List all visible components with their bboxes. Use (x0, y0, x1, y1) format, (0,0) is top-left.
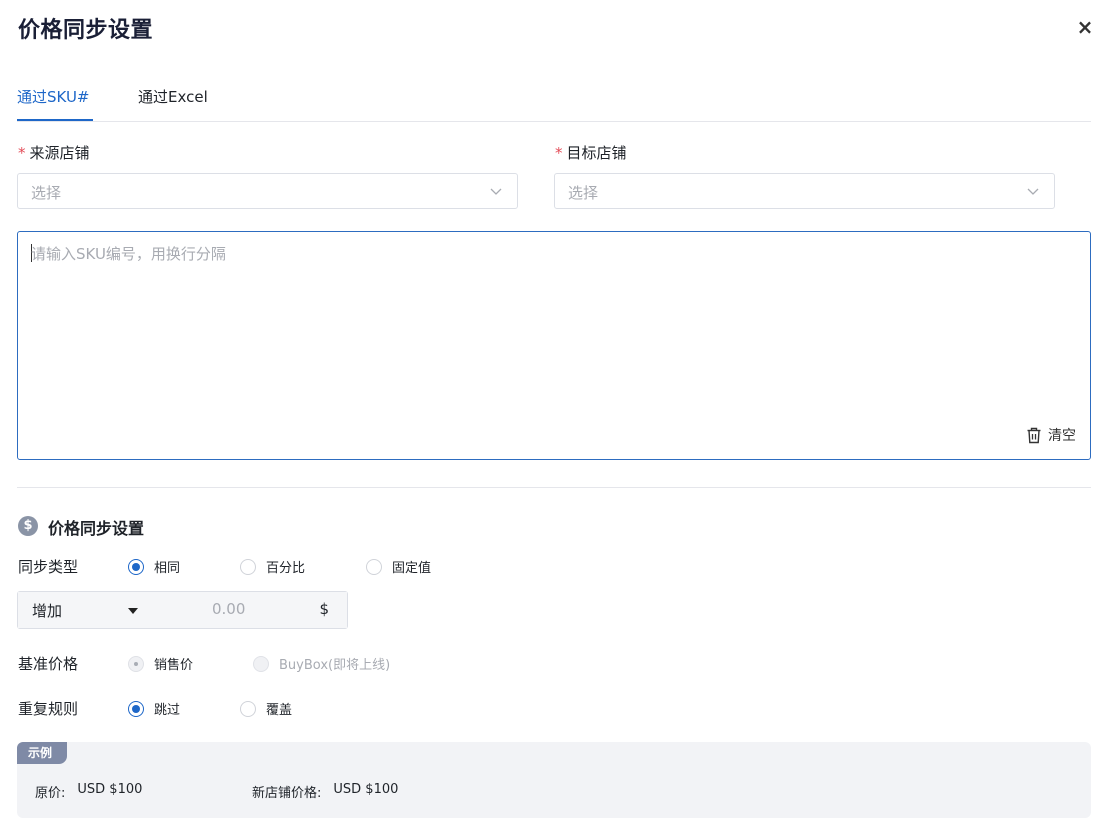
adjust-value-input[interactable]: 0.00 $ (154, 592, 347, 628)
target-store-label: * 目标店铺 (555, 142, 627, 163)
adjustment-group: 增加 0.00 $ (17, 591, 348, 629)
original-price-value: USD $100 (77, 782, 143, 797)
base-price-label: 基准价格 (18, 655, 79, 673)
duplicate-rule-label: 重复规则 (18, 700, 79, 718)
tabs-divider (17, 121, 1091, 122)
required-mark: * (555, 144, 563, 162)
new-price-value: USD $100 (333, 782, 399, 797)
tab-sku[interactable]: 通过SKU# (17, 86, 90, 107)
radio-percentage[interactable]: 百分比 (240, 557, 305, 576)
adjust-value-placeholder: 0.00 (212, 600, 246, 618)
section-divider (17, 487, 1091, 488)
adjust-mode-select[interactable]: 增加 (18, 592, 154, 628)
radio-skip[interactable]: 跳过 (128, 699, 180, 718)
trash-icon (1027, 427, 1041, 443)
radio-sale-price[interactable]: 销售价 (128, 654, 193, 673)
target-store-label-text: 目标店铺 (566, 144, 627, 162)
clear-label: 清空 (1048, 428, 1076, 444)
radio-label: 固定值 (392, 561, 432, 576)
source-store-select[interactable]: 选择 (17, 173, 518, 209)
tab-excel[interactable]: 通过Excel (138, 86, 208, 107)
sku-placeholder: 请输入SKU编号，用换行分隔 (31, 245, 226, 263)
radio-label: 相同 (154, 561, 181, 576)
radio-dot-checked-disabled (128, 655, 144, 672)
radio-overwrite[interactable]: 覆盖 (240, 699, 292, 718)
chevron-down-icon (1027, 188, 1039, 195)
radio-dot (240, 558, 256, 575)
adjust-mode-value: 增加 (32, 602, 63, 620)
caret-down-icon (128, 608, 138, 614)
radio-dot (240, 700, 256, 717)
radio-label: BuyBox(即将上线) (279, 658, 391, 673)
required-mark: * (18, 144, 26, 162)
radio-dot-checked (128, 558, 144, 575)
source-store-label-text: 来源店铺 (29, 144, 90, 162)
example-original: 原价: USD $100 (35, 782, 142, 801)
dialog-title: 价格同步设置 (18, 18, 154, 43)
source-store-label: * 来源店铺 (18, 142, 90, 163)
radio-dot-checked (128, 700, 144, 717)
radio-dot-disabled (253, 655, 269, 672)
sku-textarea[interactable]: 请输入SKU编号，用换行分隔 清空 (17, 231, 1091, 460)
section-title: 价格同步设置 (48, 519, 145, 538)
close-icon[interactable]: × (1074, 16, 1096, 38)
original-price-label: 原价: (35, 786, 66, 801)
radio-dot (366, 558, 382, 575)
radio-label: 覆盖 (266, 703, 293, 718)
currency-unit: $ (319, 600, 329, 618)
radio-buybox[interactable]: BuyBox(即将上线) (253, 654, 390, 673)
example-tag: 示例 (17, 742, 67, 764)
chevron-down-icon (490, 188, 502, 195)
radio-fixed[interactable]: 固定值 (366, 557, 431, 576)
example-new: 新店铺价格: USD $100 (252, 782, 398, 801)
dollar-icon: $ (18, 516, 38, 536)
example-box: 示例 原价: USD $100 新店铺价格: USD $100 (17, 742, 1091, 818)
sync-type-label: 同步类型 (18, 558, 79, 576)
target-store-select[interactable]: 选择 (554, 173, 1055, 209)
radio-same[interactable]: 相同 (128, 557, 180, 576)
radio-label: 销售价 (154, 658, 194, 673)
source-store-placeholder: 选择 (31, 184, 62, 202)
new-price-label: 新店铺价格: (252, 786, 322, 801)
radio-label: 百分比 (266, 561, 306, 576)
radio-label: 跳过 (154, 703, 181, 718)
target-store-placeholder: 选择 (568, 184, 599, 202)
clear-button[interactable]: 清空 (1026, 425, 1076, 445)
